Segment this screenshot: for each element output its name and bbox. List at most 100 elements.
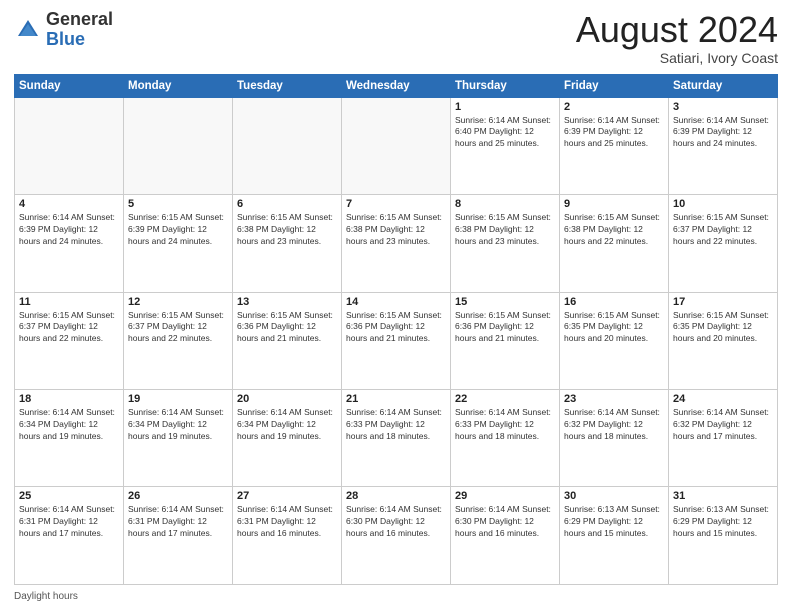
day-info: Sunrise: 6:15 AM Sunset: 6:38 PM Dayligh…: [237, 212, 337, 248]
day-number: 27: [237, 490, 337, 502]
table-row: 20 Sunrise: 6:14 AM Sunset: 6:34 PM Dayli…: [233, 390, 342, 487]
day-number: 2: [564, 101, 664, 113]
logo-text: General Blue: [46, 10, 113, 50]
day-number: 26: [128, 490, 228, 502]
day-info: Sunrise: 6:13 AM Sunset: 6:29 PM Dayligh…: [673, 504, 773, 540]
day-number: 18: [19, 393, 119, 405]
table-row: 2 Sunrise: 6:14 AM Sunset: 6:39 PM Daylig…: [560, 97, 669, 194]
table-row: 6 Sunrise: 6:15 AM Sunset: 6:38 PM Daylig…: [233, 195, 342, 292]
table-row: [124, 97, 233, 194]
title-location: Satiari, Ivory Coast: [576, 50, 778, 66]
day-number: 3: [673, 101, 773, 113]
day-info: Sunrise: 6:15 AM Sunset: 6:37 PM Dayligh…: [673, 212, 773, 248]
logo-blue-text: Blue: [46, 30, 113, 50]
day-number: 15: [455, 296, 555, 308]
day-number: 29: [455, 490, 555, 502]
day-number: 25: [19, 490, 119, 502]
table-row: 30Sunrise: 6:13 AM Sunset: 6:29 PM Dayli…: [560, 487, 669, 585]
day-number: 10: [673, 198, 773, 210]
day-info: Sunrise: 6:13 AM Sunset: 6:29 PM Dayligh…: [564, 504, 664, 540]
table-row: 27Sunrise: 6:14 AM Sunset: 6:31 PM Dayli…: [233, 487, 342, 585]
day-number: 23: [564, 393, 664, 405]
page: General Blue August 2024 Satiari, Ivory …: [0, 0, 792, 612]
table-row: 13 Sunrise: 6:15 AM Sunset: 6:36 PM Dayli…: [233, 292, 342, 389]
table-row: 11 Sunrise: 6:15 AM Sunset: 6:37 PM Dayli…: [15, 292, 124, 389]
table-row: 25 Sunrise: 6:14 AM Sunset: 6:31 PM Dayli…: [15, 487, 124, 585]
day-info: Sunrise: 6:14 AM Sunset: 6:34 PM Dayligh…: [128, 407, 228, 443]
table-row: 26 Sunrise: 6:14 AM Sunset: 6:31 PM Dayli…: [124, 487, 233, 585]
day-info: Sunrise: 6:14 AM Sunset: 6:39 PM Dayligh…: [19, 212, 119, 248]
day-info: Sunrise: 6:14 AM Sunset: 6:39 PM Dayligh…: [564, 115, 664, 151]
day-info: Sunrise: 6:14 AM Sunset: 6:33 PM Dayligh…: [346, 407, 446, 443]
day-info: Sunrise: 6:14 AM Sunset: 6:34 PM Dayligh…: [237, 407, 337, 443]
table-row: 16 Sunrise: 6:15 AM Sunset: 6:35 PM Dayli…: [560, 292, 669, 389]
day-number: 22: [455, 393, 555, 405]
calendar-table: Sunday Monday Tuesday Wednesday Thursday…: [14, 74, 778, 585]
table-row: 3 Sunrise: 6:14 AM Sunset: 6:39 PM Daylig…: [669, 97, 778, 194]
table-row: 18 Sunrise: 6:14 AM Sunset: 6:34 PM Dayli…: [15, 390, 124, 487]
table-row: 23 Sunrise: 6:14 AM Sunset: 6:32 PM Dayli…: [560, 390, 669, 487]
day-number: 20: [237, 393, 337, 405]
day-number: 31: [673, 490, 773, 502]
day-number: 8: [455, 198, 555, 210]
table-row: [233, 97, 342, 194]
table-row: 10 Sunrise: 6:15 AM Sunset: 6:37 PM Dayli…: [669, 195, 778, 292]
calendar-week-0: 1Sunrise: 6:14 AM Sunset: 6:40 PM Daylig…: [15, 97, 778, 194]
table-row: 19 Sunrise: 6:14 AM Sunset: 6:34 PM Dayli…: [124, 390, 233, 487]
day-info: Sunrise: 6:15 AM Sunset: 6:35 PM Dayligh…: [564, 310, 664, 346]
table-row: 21 Sunrise: 6:14 AM Sunset: 6:33 PM Dayli…: [342, 390, 451, 487]
day-number: 5: [128, 198, 228, 210]
col-sunday: Sunday: [15, 74, 124, 97]
col-monday: Monday: [124, 74, 233, 97]
table-row: 22 Sunrise: 6:14 AM Sunset: 6:33 PM Dayli…: [451, 390, 560, 487]
table-row: 31 Sunrise: 6:13 AM Sunset: 6:29 PM Dayli…: [669, 487, 778, 585]
day-info: Sunrise: 6:15 AM Sunset: 6:36 PM Dayligh…: [237, 310, 337, 346]
day-info: Sunrise: 6:14 AM Sunset: 6:33 PM Dayligh…: [455, 407, 555, 443]
day-info: Sunrise: 6:15 AM Sunset: 6:38 PM Dayligh…: [564, 212, 664, 248]
day-info: Sunrise: 6:14 AM Sunset: 6:30 PM Dayligh…: [455, 504, 555, 540]
logo-icon: [14, 16, 42, 44]
day-info: Sunrise: 6:14 AM Sunset: 6:32 PM Dayligh…: [673, 407, 773, 443]
day-info: Sunrise: 6:14 AM Sunset: 6:39 PM Dayligh…: [673, 115, 773, 151]
calendar-week-4: 25 Sunrise: 6:14 AM Sunset: 6:31 PM Dayli…: [15, 487, 778, 585]
table-row: 5 Sunrise: 6:15 AM Sunset: 6:39 PM Daylig…: [124, 195, 233, 292]
day-info: Sunrise: 6:15 AM Sunset: 6:36 PM Dayligh…: [455, 310, 555, 346]
day-info: Sunrise: 6:14 AM Sunset: 6:31 PM Dayligh…: [19, 504, 119, 540]
day-info: Sunrise: 6:15 AM Sunset: 6:39 PM Dayligh…: [128, 212, 228, 248]
day-number: 19: [128, 393, 228, 405]
footer-daylight: Daylight hours: [14, 591, 778, 602]
day-info: Sunrise: 6:14 AM Sunset: 6:32 PM Dayligh…: [564, 407, 664, 443]
col-thursday: Thursday: [451, 74, 560, 97]
col-saturday: Saturday: [669, 74, 778, 97]
col-friday: Friday: [560, 74, 669, 97]
day-info: Sunrise: 6:15 AM Sunset: 6:37 PM Dayligh…: [128, 310, 228, 346]
table-row: 4 Sunrise: 6:14 AM Sunset: 6:39 PM Daylig…: [15, 195, 124, 292]
day-info: Sunrise: 6:15 AM Sunset: 6:38 PM Dayligh…: [455, 212, 555, 248]
day-info: Sunrise: 6:15 AM Sunset: 6:37 PM Dayligh…: [19, 310, 119, 346]
day-info: Sunrise: 6:15 AM Sunset: 6:38 PM Dayligh…: [346, 212, 446, 248]
day-info: Sunrise: 6:15 AM Sunset: 6:36 PM Dayligh…: [346, 310, 446, 346]
day-info: Sunrise: 6:14 AM Sunset: 6:31 PM Dayligh…: [128, 504, 228, 540]
day-number: 4: [19, 198, 119, 210]
day-number: 24: [673, 393, 773, 405]
day-info: Sunrise: 6:14 AM Sunset: 6:34 PM Dayligh…: [19, 407, 119, 443]
table-row: [15, 97, 124, 194]
table-row: [342, 97, 451, 194]
table-row: 14Sunrise: 6:15 AM Sunset: 6:36 PM Dayli…: [342, 292, 451, 389]
col-tuesday: Tuesday: [233, 74, 342, 97]
day-number: 6: [237, 198, 337, 210]
calendar-week-2: 11 Sunrise: 6:15 AM Sunset: 6:37 PM Dayli…: [15, 292, 778, 389]
day-info: Sunrise: 6:15 AM Sunset: 6:35 PM Dayligh…: [673, 310, 773, 346]
day-number: 16: [564, 296, 664, 308]
header: General Blue August 2024 Satiari, Ivory …: [14, 10, 778, 66]
day-number: 13: [237, 296, 337, 308]
day-number: 12: [128, 296, 228, 308]
day-info: Sunrise: 6:14 AM Sunset: 6:30 PM Dayligh…: [346, 504, 446, 540]
table-row: 29 Sunrise: 6:14 AM Sunset: 6:30 PM Dayli…: [451, 487, 560, 585]
col-wednesday: Wednesday: [342, 74, 451, 97]
day-number: 11: [19, 296, 119, 308]
day-number: 21: [346, 393, 446, 405]
table-row: 17Sunrise: 6:15 AM Sunset: 6:35 PM Dayli…: [669, 292, 778, 389]
title-month: August 2024: [576, 10, 778, 50]
title-block: August 2024 Satiari, Ivory Coast: [576, 10, 778, 66]
